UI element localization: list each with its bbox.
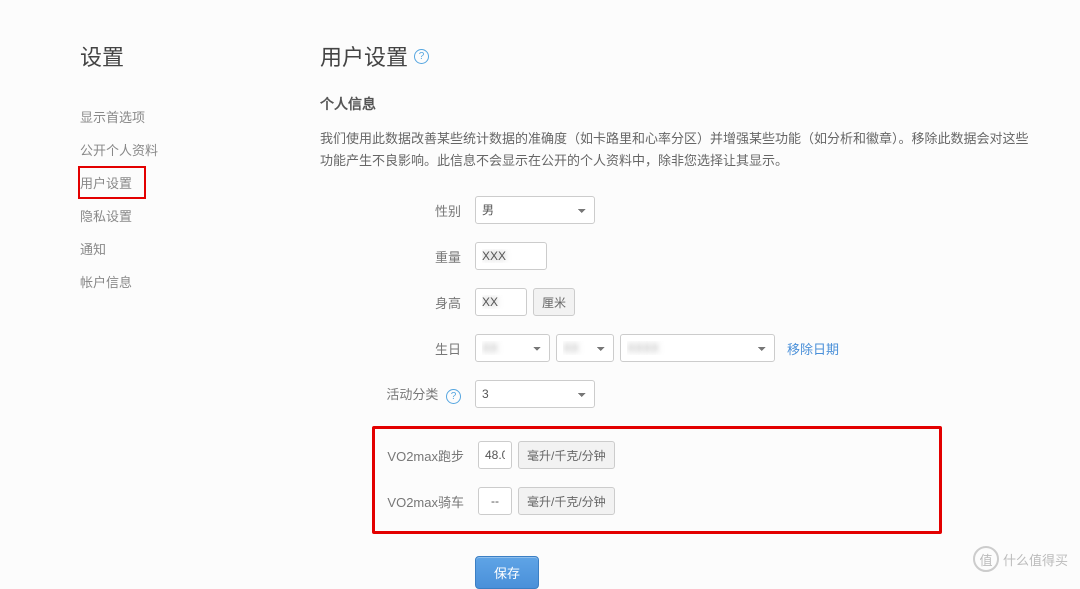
settings-sidebar: 设置 显示首选项 公开个人资料 用户设置 隐私设置 通知 帐户信息 bbox=[80, 40, 320, 589]
height-unit: 厘米 bbox=[533, 288, 575, 316]
birthday-day-select[interactable]: XX bbox=[556, 334, 614, 362]
remove-date-link[interactable]: 移除日期 bbox=[787, 339, 839, 358]
page-title: 用户设置 ? bbox=[320, 40, 1040, 72]
weight-label: 重量 bbox=[320, 247, 475, 266]
vo2bike-label: VO2max骑车 bbox=[375, 492, 478, 511]
help-icon[interactable]: ? bbox=[414, 49, 429, 64]
gender-label: 性别 bbox=[320, 201, 475, 220]
sidebar-item-privacy[interactable]: 隐私设置 bbox=[80, 199, 132, 232]
save-button[interactable]: 保存 bbox=[475, 556, 539, 589]
activity-select[interactable]: 3 bbox=[475, 380, 595, 408]
section-title: 个人信息 bbox=[320, 94, 1040, 114]
vo2bike-unit: 毫升/千克/分钟 bbox=[518, 487, 615, 515]
gender-select[interactable]: 男 bbox=[475, 196, 595, 224]
weight-input[interactable] bbox=[475, 242, 547, 270]
watermark-text: 什么值得买 bbox=[1003, 550, 1068, 569]
watermark: 值 什么值得买 bbox=[973, 546, 1068, 572]
section-description: 我们使用此数据改善某些统计数据的准确度（如卡路里和心率分区）并增强某些功能（如分… bbox=[320, 128, 1040, 172]
activity-help-icon[interactable]: ? bbox=[446, 389, 461, 404]
vo2run-unit: 毫升/千克/分钟 bbox=[518, 441, 615, 469]
main-content: 用户设置 ? 个人信息 我们使用此数据改善某些统计数据的准确度（如卡路里和心率分… bbox=[320, 40, 1080, 589]
sidebar-title: 设置 bbox=[80, 40, 320, 72]
sidebar-item-notifications[interactable]: 通知 bbox=[80, 232, 106, 265]
watermark-icon: 值 bbox=[973, 546, 999, 572]
height-label: 身高 bbox=[320, 293, 475, 312]
sidebar-item-public-profile[interactable]: 公开个人资料 bbox=[80, 133, 158, 166]
vo2bike-input[interactable] bbox=[478, 487, 512, 515]
birthday-month-select[interactable]: XX bbox=[475, 334, 550, 362]
sidebar-item-display-prefs[interactable]: 显示首选项 bbox=[80, 100, 145, 133]
vo2run-input[interactable] bbox=[478, 441, 512, 469]
page-title-text: 用户设置 bbox=[320, 40, 408, 72]
height-input[interactable] bbox=[475, 288, 527, 316]
activity-label: 活动分类 ? bbox=[320, 384, 475, 404]
sidebar-item-account-info[interactable]: 帐户信息 bbox=[80, 265, 132, 298]
birthday-label: 生日 bbox=[320, 339, 475, 358]
sidebar-item-user-settings[interactable]: 用户设置 bbox=[78, 166, 146, 199]
vo2run-label: VO2max跑步 bbox=[375, 446, 478, 465]
vo2max-highlight-box: VO2max跑步 毫升/千克/分钟 VO2max骑车 毫升/千克/分钟 bbox=[372, 426, 942, 534]
birthday-year-select[interactable]: XXXX bbox=[620, 334, 775, 362]
